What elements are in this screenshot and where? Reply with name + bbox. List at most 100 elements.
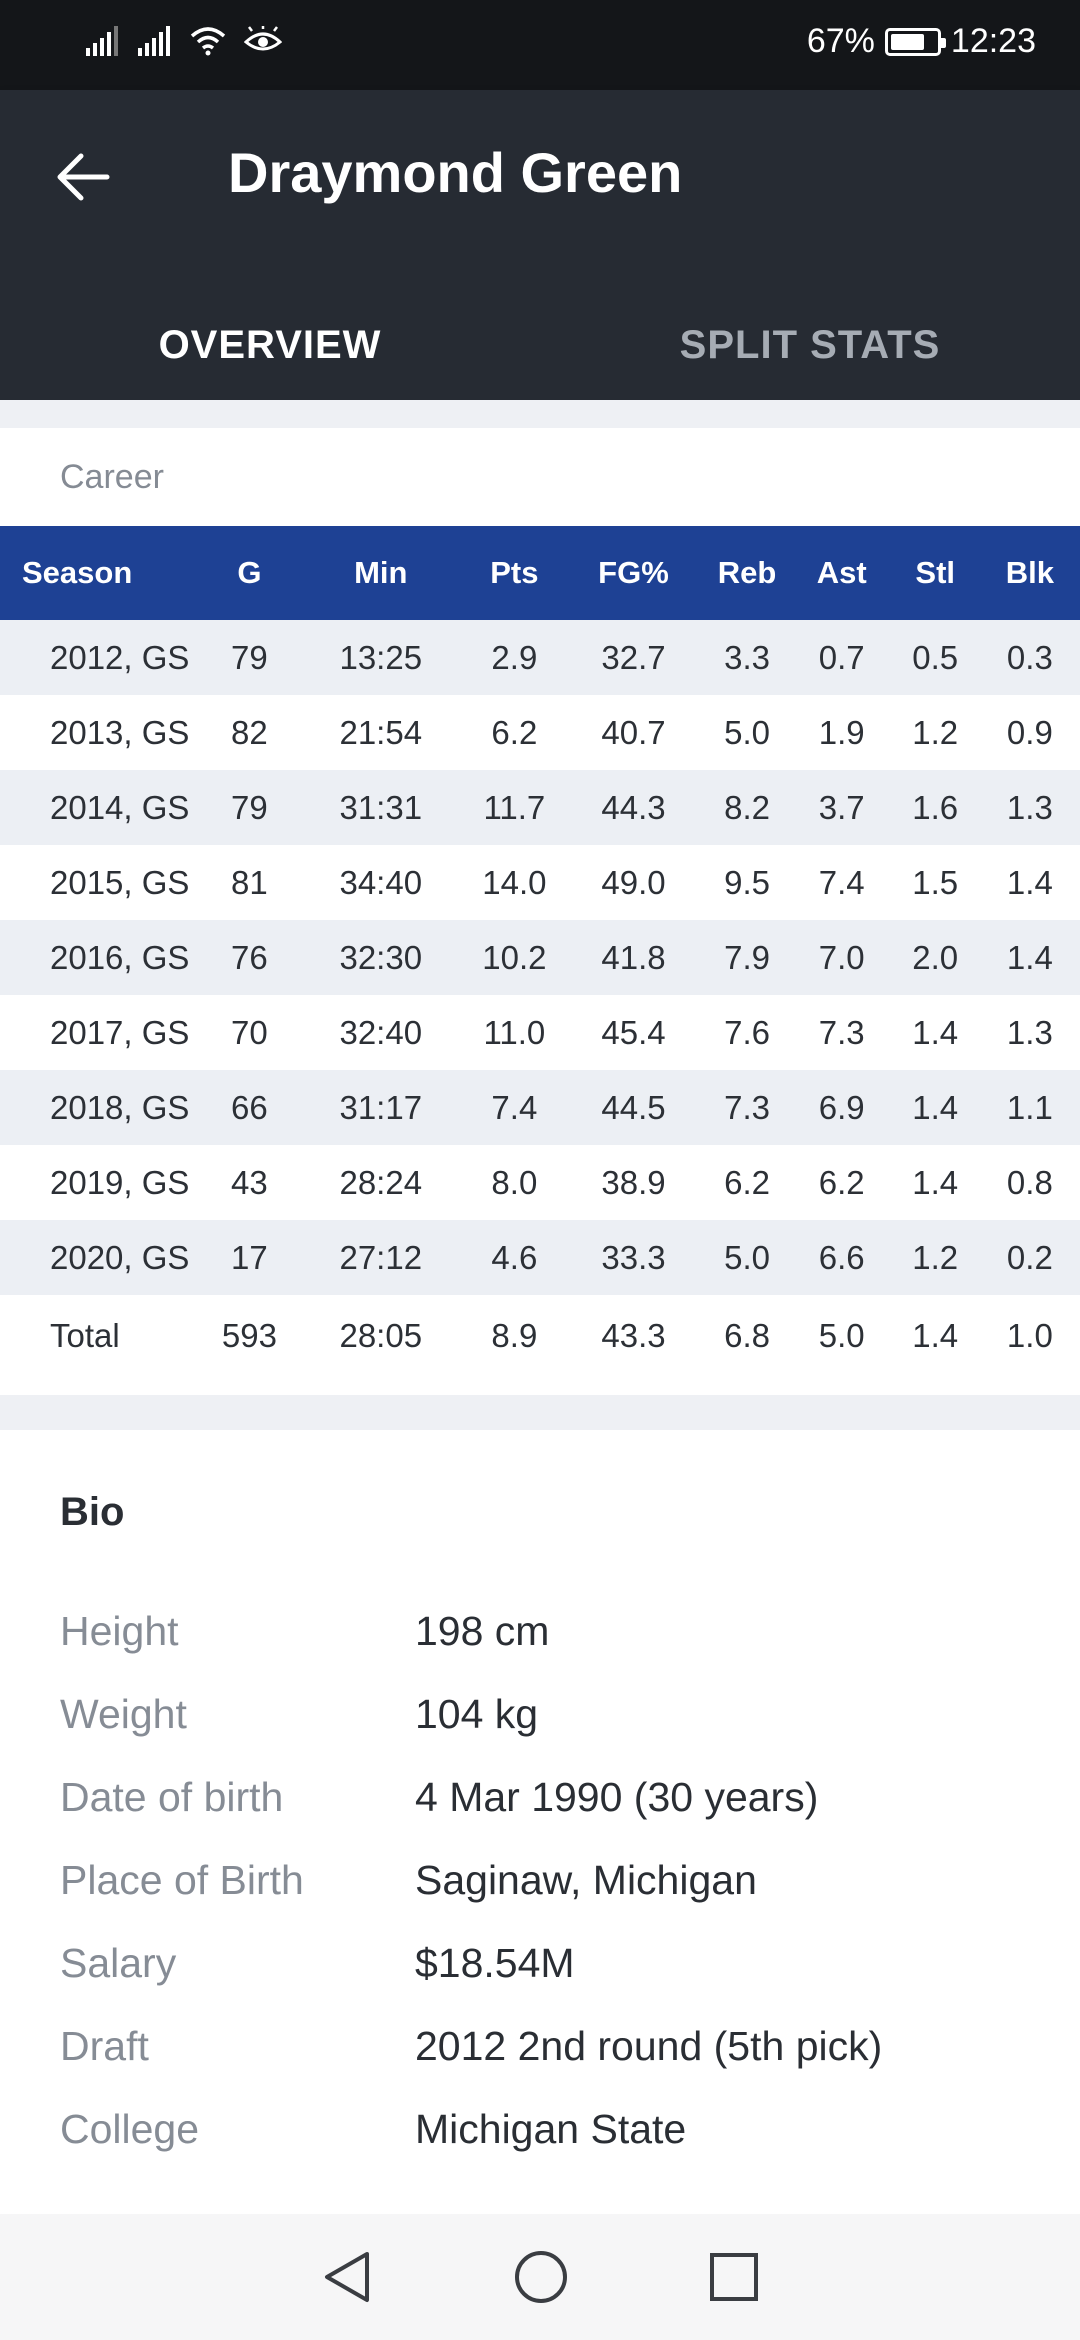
eye-icon [244,26,282,51]
cell-min: 27:12 [298,1220,464,1295]
cell-fg-pct: 33.3 [565,1220,702,1295]
cell-fg-pct: 44.3 [565,770,702,845]
cell-stl: 1.4 [890,1070,980,1145]
back-arrow-icon [57,153,110,201]
cell-fg-pct: 49.0 [601,863,666,901]
cell-reb: 7.3 [701,1070,793,1145]
status-bar: 67% 12:23 [0,0,1080,90]
cell-ast: 1.9 [818,713,865,751]
cell-pts: 6.2 [491,713,538,751]
nav-recents-icon[interactable] [709,2252,759,2302]
table-row: 2016, GS 76 32:30 10.2 41.8 7.9 7.0 2.0 1.4 [0,920,1080,995]
cell-ast: 6.2 [818,1163,865,1201]
section-divider [0,400,1080,428]
table-row: 2017, GS 70 32:40 11.0 45.4 7.6 7.3 1.4 1.3 [0,995,1080,1070]
cell-g: 82 [231,713,268,751]
cell-ast: 3.7 [792,770,891,845]
back-button[interactable] [40,134,126,220]
cell-blk: 1.1 [979,1070,1080,1145]
table-row: 2014, GS 79 31:31 11.7 44.3 8.2 3.7 1.6 1.3 [0,770,1080,845]
cell-g: 76 [200,920,299,995]
cell-pts: 10.2 [463,920,566,995]
cell-ast: 7.0 [792,920,891,995]
cell-blk: 0.3 [979,620,1080,695]
cell-stl: 1.4 [912,1163,959,1201]
cell-season: 2017, GS [50,1013,190,1051]
section-divider [0,1395,1080,1430]
nav-back-icon[interactable] [321,2249,373,2305]
cell-season: 2018, GS [0,1070,201,1145]
cell-season: Total [50,1317,120,1354]
cell-pts: 2.9 [463,620,566,695]
bio-row: Weight 104 kg [60,1691,1060,1738]
cell-g: 70 [231,1013,268,1051]
nav-home-icon[interactable] [513,2249,569,2305]
cell-reb: 7.9 [701,920,793,995]
cell-fg-pct: 32.7 [565,620,702,695]
cell-blk: 1.0 [1006,1317,1053,1354]
bio-row: Salary $18.54M [60,1940,1060,1987]
cell-reb: 6.2 [724,1163,770,1201]
cell-min: 32:30 [298,920,464,995]
cell-season: 2013, GS [50,713,190,751]
bio-value: Saginaw, Michigan [415,1857,757,1903]
cell-min: 28:05 [339,1317,423,1354]
cell-pts: 8.0 [491,1163,538,1201]
cell-g: 43 [231,1163,268,1201]
tab-split-stats[interactable]: SPLIT STATS [540,290,1080,400]
cell-reb: 5.0 [701,1220,793,1295]
signal-icon [86,26,118,56]
tab-overview[interactable]: OVERVIEW [0,290,540,400]
cell-reb: 9.5 [724,863,770,901]
bio-label: Place of Birth [60,1857,304,1903]
cell-season: 2015, GS [50,863,190,901]
cell-blk: 1.4 [979,920,1080,995]
cell-ast: 7.4 [818,863,865,901]
cell-ast: 0.7 [792,620,891,695]
cell-fg-pct: 45.4 [601,1013,666,1051]
cell-blk: 0.2 [979,1220,1080,1295]
cell-ast: 7.3 [818,1013,865,1051]
cell-g: 17 [200,1220,299,1295]
table-row: 2015, GS 81 34:40 14.0 49.0 9.5 7.4 1.5 1.4 [0,845,1080,920]
cell-season: 2019, GS [50,1163,190,1201]
bio-value: 2012 2nd round (5th pick) [415,2023,883,2069]
cell-reb: 6.8 [724,1317,770,1354]
table-row: 2018, GS 66 31:17 7.4 44.5 7.3 6.9 1.4 1.1 [0,1070,1080,1145]
bio-value: Michigan State [415,2106,687,2152]
cell-pts: 14.0 [482,863,547,901]
cell-fg-pct: 44.5 [565,1070,702,1145]
cell-reb: 5.0 [724,713,770,751]
cell-g: 79 [200,770,299,845]
cell-stl: 1.5 [912,863,959,901]
system-nav-bar [0,2214,1080,2340]
bio-row: Date of birth 4 Mar 1990 (30 years) [60,1774,1060,1821]
column-header-reb: Reb [701,526,793,620]
cell-stl: 1.2 [890,1220,980,1295]
cell-ast: 6.6 [792,1220,891,1295]
cell-stl: 1.2 [912,713,959,751]
page-title: Draymond Green [228,141,683,204]
cell-stl: 1.4 [912,1317,959,1354]
cell-min: 32:40 [339,1013,423,1051]
cell-stl: 1.6 [890,770,980,845]
cell-reb: 3.3 [701,620,793,695]
bio-row: Draft 2012 2nd round (5th pick) [60,2023,1060,2070]
cell-min: 21:54 [339,713,423,751]
career-stats-table: Season G Min Pts FG% Reb Ast Stl Blk 2012, GS 79 1… [0,526,1080,1377]
cell-g: 593 [221,1317,277,1354]
cell-stl: 1.4 [912,1013,959,1051]
bio-value: 4 Mar 1990 (30 years) [415,1774,819,1820]
bio-value: 104 kg [415,1691,539,1737]
cell-season: 2020, GS [0,1220,201,1295]
clock: 12:23 [950,22,1036,60]
column-header-ast: Ast [792,526,891,620]
cell-season: 2014, GS [0,770,201,845]
column-header-fg-pct: FG% [565,526,702,620]
bio-row: College Michigan State [60,2106,1060,2153]
cell-stl: 0.5 [890,620,980,695]
column-header-g: G [200,526,299,620]
app-bar: Draymond Green OVERVIEW SPLIT STATS [0,90,1080,400]
table-row: 2019, GS 43 28:24 8.0 38.9 6.2 6.2 1.4 0.8 [0,1145,1080,1220]
column-header-pts: Pts [463,526,566,620]
